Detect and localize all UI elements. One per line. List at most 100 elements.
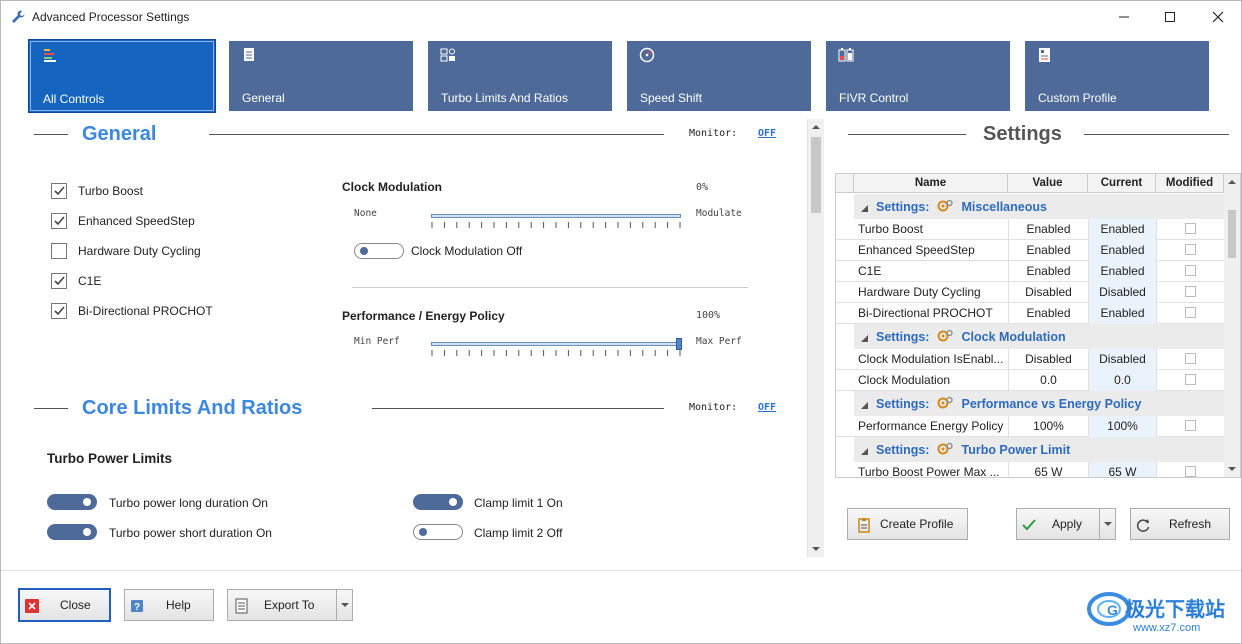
checkbox[interactable] [51, 183, 67, 199]
checkbox-c1e[interactable]: C1E [51, 272, 101, 290]
collapse-triangle-icon[interactable] [860, 445, 869, 459]
cell-value[interactable]: 65 W [1008, 462, 1088, 477]
turbo-long-duration-toggle[interactable] [47, 494, 97, 510]
table-row[interactable]: Bi-Directional PROCHOT Enabled Enabled [836, 303, 1224, 324]
cell-modified [1156, 462, 1224, 477]
apply-button[interactable]: Apply [1016, 508, 1100, 540]
scroll-thumb[interactable] [811, 137, 821, 213]
arrow-up-icon [812, 125, 820, 129]
column-header-current[interactable]: Current [1088, 174, 1156, 193]
collapse-triangle-icon[interactable] [860, 399, 869, 413]
checkbox-enhanced-speedstep[interactable]: Enhanced SpeedStep [51, 212, 195, 230]
toggle-knob [83, 498, 91, 506]
grid-scroll-up[interactable] [1226, 176, 1238, 188]
tab-fivr-control[interactable]: FIVR Control [826, 41, 1010, 111]
scroll-up-arrow[interactable] [810, 121, 822, 133]
group-title: Settings: Performance vs Energy Policy [876, 396, 1141, 411]
tab-custom-profile[interactable]: Custom Profile [1025, 41, 1209, 111]
modified-checkbox[interactable] [1185, 374, 1196, 385]
scroll-down-arrow[interactable] [810, 543, 822, 555]
maximize-button[interactable] [1147, 1, 1193, 33]
table-row[interactable]: Hardware Duty Cycling Disabled Disabled [836, 282, 1224, 303]
checkbox[interactable] [51, 213, 67, 229]
group-row[interactable]: Settings: Turbo Power Limit [854, 437, 1224, 462]
table-row[interactable]: Turbo Boost Enabled Enabled [836, 219, 1224, 240]
modified-checkbox[interactable] [1185, 420, 1196, 431]
checkbox[interactable] [51, 273, 67, 289]
modified-checkbox[interactable] [1185, 265, 1196, 276]
refresh-button[interactable]: Refresh [1130, 508, 1230, 540]
slider-thumb[interactable] [676, 338, 682, 350]
cell-current: Enabled [1088, 240, 1156, 261]
table-row[interactable]: Enhanced SpeedStep Enabled Enabled [836, 240, 1224, 261]
modified-checkbox[interactable] [1185, 286, 1196, 297]
table-row[interactable]: Performance Energy Policy 100% 100% [836, 416, 1224, 437]
cell-current: 0.0 [1088, 370, 1156, 391]
column-header-value[interactable]: Value [1008, 174, 1088, 193]
create-profile-button[interactable]: Create Profile [847, 508, 968, 540]
collapse-triangle-icon[interactable] [860, 332, 869, 346]
export-dropdown-button[interactable] [336, 589, 353, 621]
cell-value[interactable]: Disabled [1008, 349, 1088, 370]
close-window-button[interactable] [1195, 1, 1241, 33]
cell-modified [1156, 219, 1224, 240]
table-row[interactable]: Turbo Boost Power Max ... 65 W 65 W [836, 462, 1224, 477]
tab-turbo-limits[interactable]: Turbo Limits And Ratios [428, 41, 612, 111]
settings-grid-icon [440, 47, 456, 63]
tab-all-controls[interactable]: All Controls [28, 39, 216, 113]
clock-modulation-toggle[interactable] [354, 243, 404, 259]
cell-value[interactable]: Enabled [1008, 240, 1088, 261]
group-row[interactable]: Settings: Performance vs Energy Policy [854, 391, 1224, 416]
checkbox-turbo-boost[interactable]: Turbo Boost [51, 182, 143, 200]
cell-value[interactable]: Disabled [1008, 282, 1088, 303]
apply-dropdown-button[interactable] [1099, 508, 1116, 540]
perf-policy-slider[interactable] [431, 342, 681, 346]
clock-modulation-slider[interactable] [431, 214, 681, 218]
turbo-short-duration-toggle[interactable] [47, 524, 97, 540]
core-limits-monitor-toggle-link[interactable]: OFF [758, 402, 776, 413]
table-row[interactable]: Clock Modulation 0.0 0.0 [836, 370, 1224, 391]
grid-scrollbar[interactable] [1224, 174, 1240, 477]
clamp-limit-1-toggle[interactable] [413, 494, 463, 510]
button-label: Close [60, 598, 91, 612]
grid-scroll-down[interactable] [1226, 463, 1238, 475]
checkbox-bi-directional-prochot[interactable]: Bi-Directional PROCHOT [51, 302, 213, 320]
tab-speed-shift[interactable]: Speed Shift [627, 41, 811, 111]
cell-value[interactable]: Enabled [1008, 303, 1088, 324]
grid-scroll-thumb[interactable] [1228, 210, 1236, 258]
slider-min-label: Min Perf [354, 336, 400, 347]
collapse-triangle-icon[interactable] [860, 202, 869, 216]
group-name: Clock Modulation [961, 330, 1066, 344]
left-panel-scrollbar[interactable] [807, 119, 824, 557]
group-row[interactable]: Settings: Clock Modulation [854, 324, 1224, 349]
modified-checkbox[interactable] [1185, 353, 1196, 364]
checkbox-hardware-duty-cycling[interactable]: Hardware Duty Cycling [51, 242, 201, 260]
minimize-button[interactable] [1101, 1, 1147, 33]
cell-value[interactable]: Enabled [1008, 219, 1088, 240]
cell-value[interactable]: 0.0 [1008, 370, 1088, 391]
clamp-limit-2-toggle[interactable] [413, 524, 463, 540]
modified-checkbox[interactable] [1185, 244, 1196, 255]
cell-value[interactable]: 100% [1008, 416, 1088, 437]
document-icon [241, 47, 257, 63]
tab-general[interactable]: General [229, 41, 413, 111]
group-row[interactable]: Settings: Miscellaneous [854, 194, 1224, 219]
help-button[interactable]: ? Help [124, 589, 214, 621]
refresh-icon [1135, 517, 1151, 533]
toggle-label: Clamp limit 1 On [474, 496, 563, 510]
checkmark-icon [53, 216, 65, 226]
checkbox[interactable] [51, 303, 67, 319]
modified-checkbox[interactable] [1185, 466, 1196, 477]
group-indicator-cell [836, 437, 854, 462]
modified-checkbox[interactable] [1185, 223, 1196, 234]
checkbox[interactable] [51, 243, 67, 259]
column-header-modified[interactable]: Modified [1156, 174, 1224, 193]
column-header-name[interactable]: Name [854, 174, 1008, 193]
close-button[interactable]: Close [18, 588, 111, 622]
table-row[interactable]: C1E Enabled Enabled [836, 261, 1224, 282]
cell-value[interactable]: Enabled [1008, 261, 1088, 282]
general-monitor-toggle-link[interactable]: OFF [758, 128, 776, 139]
modified-checkbox[interactable] [1185, 307, 1196, 318]
export-button[interactable]: Export To [227, 589, 337, 621]
table-row[interactable]: Clock Modulation IsEnabl... Disabled Disab… [836, 349, 1224, 370]
